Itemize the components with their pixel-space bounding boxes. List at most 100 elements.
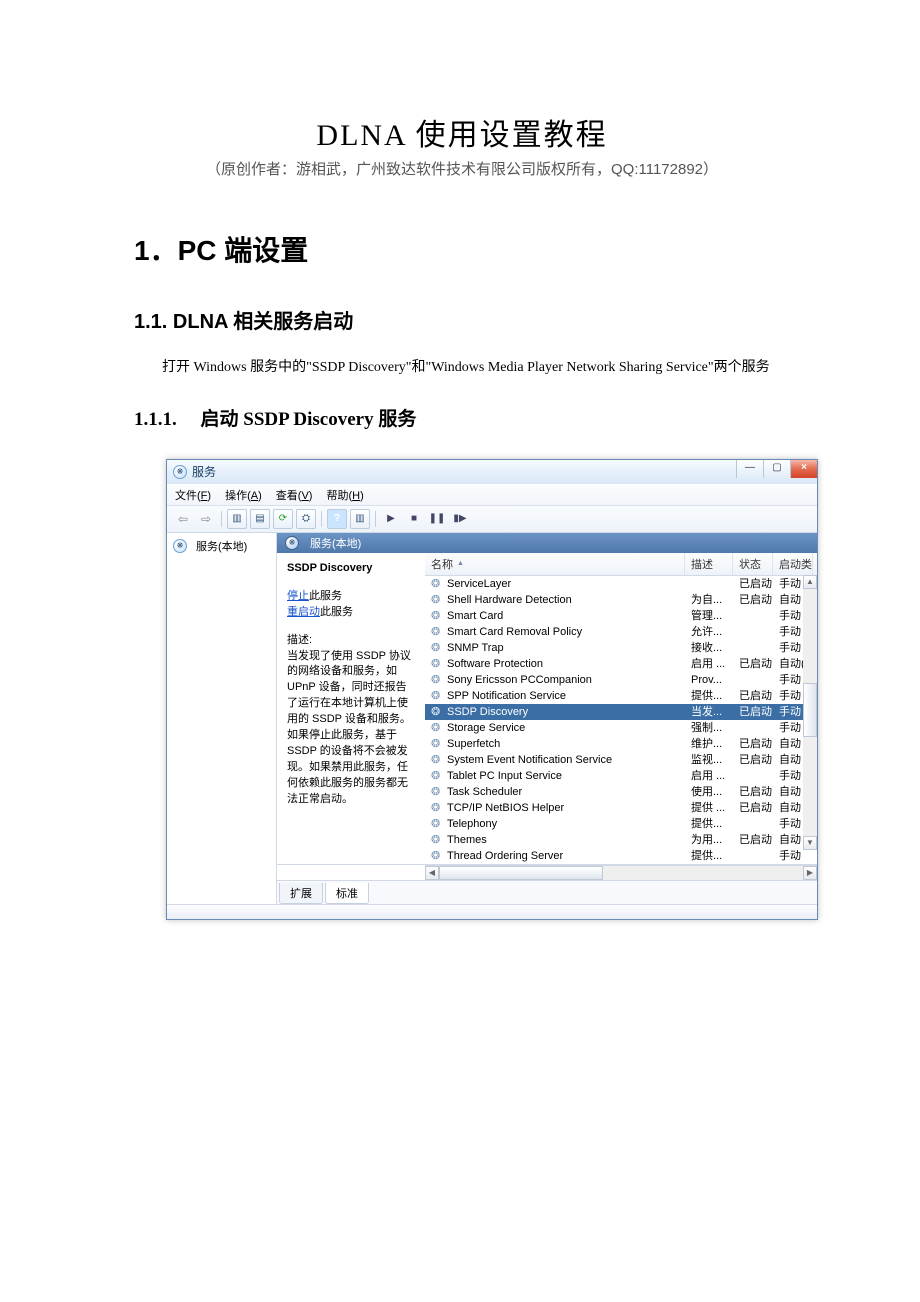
table-row[interactable]: Smart Card管理...手动 [425,608,817,624]
scroll-right-icon[interactable]: ▶ [803,866,817,880]
restart-service-icon[interactable]: ▮▶ [450,509,470,529]
menu-help[interactable]: 帮助(H) [326,487,363,503]
cell-name: ServiceLayer [425,576,685,592]
menu-view[interactable]: 查看(V) [276,487,313,503]
restart-service-link[interactable]: 重启动 [287,606,320,618]
scroll-thumb[interactable] [803,683,817,737]
table-row[interactable]: Sony Ericsson PCCompanionProv...手动 [425,672,817,688]
view-mode-icon[interactable]: ▥ [350,509,370,529]
description-label: 描述: [287,633,415,649]
cell-desc: 强制... [685,720,733,736]
table-row[interactable]: Storage Service强制...手动 [425,720,817,736]
menu-action[interactable]: 操作(A) [225,487,262,503]
column-name[interactable]: 名称▲ [425,553,685,575]
table-row[interactable]: System Event Notification Service 监视...已启… [425,752,817,768]
cell-desc: 监视... [685,752,733,768]
table-row[interactable]: Tablet PC Input Service启用 ...手动 [425,768,817,784]
service-name: Sony Ericsson PCCompanion [447,672,592,688]
menu-file[interactable]: 文件(F) [175,487,211,503]
cell-state: 已启动 [733,688,773,704]
service-name: System Event Notification Service [447,752,612,768]
table-row[interactable]: SPP Notification Service提供...已启动手动 [425,688,817,704]
view-tabs: 扩展 标准 [277,880,817,904]
scroll-down-icon[interactable]: ▼ [803,836,817,850]
cell-name: Smart Card Removal Policy [425,624,685,640]
table-row[interactable]: Thread Ordering Server提供...手动 [425,848,817,864]
forward-button[interactable]: ⇨ [196,509,216,529]
cell-desc [685,576,733,592]
export-list-icon[interactable]: ▤ [250,509,270,529]
table-row[interactable]: Shell Hardware Detection为自...已启动自动 [425,592,817,608]
services-icon [173,465,187,479]
toolbar: ⇦ ⇨ ▥ ▤ ⟳ ⛭ ? ▥ ▶ ■ ❚❚ ▮▶ [167,506,817,533]
cell-state [733,640,773,656]
tab-standard[interactable]: 标准 [325,883,369,904]
start-service-icon[interactable]: ▶ [381,509,401,529]
status-bar [167,904,817,919]
cell-name: Telephony [425,816,685,832]
cell-name: SPP Notification Service [425,688,685,704]
service-name: Superfetch [447,736,500,752]
scroll-left-icon[interactable]: ◀ [425,866,439,880]
paragraph-1: 打开 Windows 服务中的"SSDP Discovery"和"Windows… [134,356,790,380]
service-name: Software Protection [447,656,543,672]
view-properties-icon[interactable]: ▥ [227,509,247,529]
cell-desc: 提供... [685,848,733,864]
refresh-icon[interactable]: ⟳ [273,509,293,529]
table-row[interactable]: Task Scheduler使用...已启动自动 [425,784,817,800]
back-button[interactable]: ⇦ [173,509,193,529]
close-button[interactable]: × [790,460,817,478]
table-row[interactable]: Superfetch维护...已启动自动 [425,736,817,752]
service-name: SNMP Trap [447,640,504,656]
table-row[interactable]: Software Protection启用 ...已启动自动(延 [425,656,817,672]
scroll-thumb[interactable] [439,866,603,880]
scroll-up-icon[interactable]: ▲ [803,575,817,589]
window-titlebar[interactable]: 服务 — ▢ × [167,460,817,484]
cell-desc: 启用 ... [685,656,733,672]
window-title: 服务 [192,463,216,480]
stop-service-link[interactable]: 停止 [287,590,309,602]
cell-desc: 管理... [685,608,733,624]
column-state[interactable]: 状态 [733,553,773,575]
table-row[interactable]: SNMP Trap接收...手动 [425,640,817,656]
gear-icon [431,770,443,782]
service-name: SPP Notification Service [447,688,566,704]
table-row[interactable]: Themes为用...已启动自动 [425,832,817,848]
stop-service-icon[interactable]: ■ [404,509,424,529]
cell-desc: 为自... [685,592,733,608]
cell-state: 已启动 [733,592,773,608]
toolbar-separator [321,511,322,527]
cell-name: Tablet PC Input Service [425,768,685,784]
table-row[interactable]: SSDP Discovery当发...已启动手动 [425,704,817,720]
cell-name: Smart Card [425,608,685,624]
table-row[interactable]: Smart Card Removal Policy允许...手动 [425,624,817,640]
maximize-button[interactable]: ▢ [763,460,790,478]
column-startup[interactable]: 启动类 [773,553,813,575]
cell-state: 已启动 [733,752,773,768]
gear-icon [431,834,443,846]
vertical-scrollbar[interactable]: ▲ ▼ [803,575,817,850]
properties-icon[interactable]: ⛭ [296,509,316,529]
tab-extended[interactable]: 扩展 [279,883,323,904]
cell-name: Software Protection [425,656,685,672]
selected-service-name: SSDP Discovery [287,561,415,577]
cell-state: 已启动 [733,704,773,720]
horizontal-scrollbar[interactable]: ◀ ▶ [425,865,817,880]
table-row[interactable]: TCP/IP NetBIOS Helper提供 ...已启动自动 [425,800,817,816]
gear-icon [431,722,443,734]
help-icon[interactable]: ? [327,509,347,529]
table-row[interactable]: Telephony提供...手动 [425,816,817,832]
nav-services-local[interactable]: 服务(本地) [171,537,272,555]
gear-icon [431,706,443,718]
cell-state: 已启动 [733,800,773,816]
column-description[interactable]: 描述 [685,553,733,575]
cell-desc: 使用... [685,784,733,800]
cell-desc: 允许... [685,624,733,640]
service-name: Smart Card [447,608,503,624]
minimize-button[interactable]: — [736,460,763,478]
cell-state: 已启动 [733,576,773,592]
pause-service-icon[interactable]: ❚❚ [427,509,447,529]
cell-name: Storage Service [425,720,685,736]
table-row[interactable]: ServiceLayer已启动手动 [425,576,817,592]
heading-1: 1．PC 端设置 [134,229,790,269]
